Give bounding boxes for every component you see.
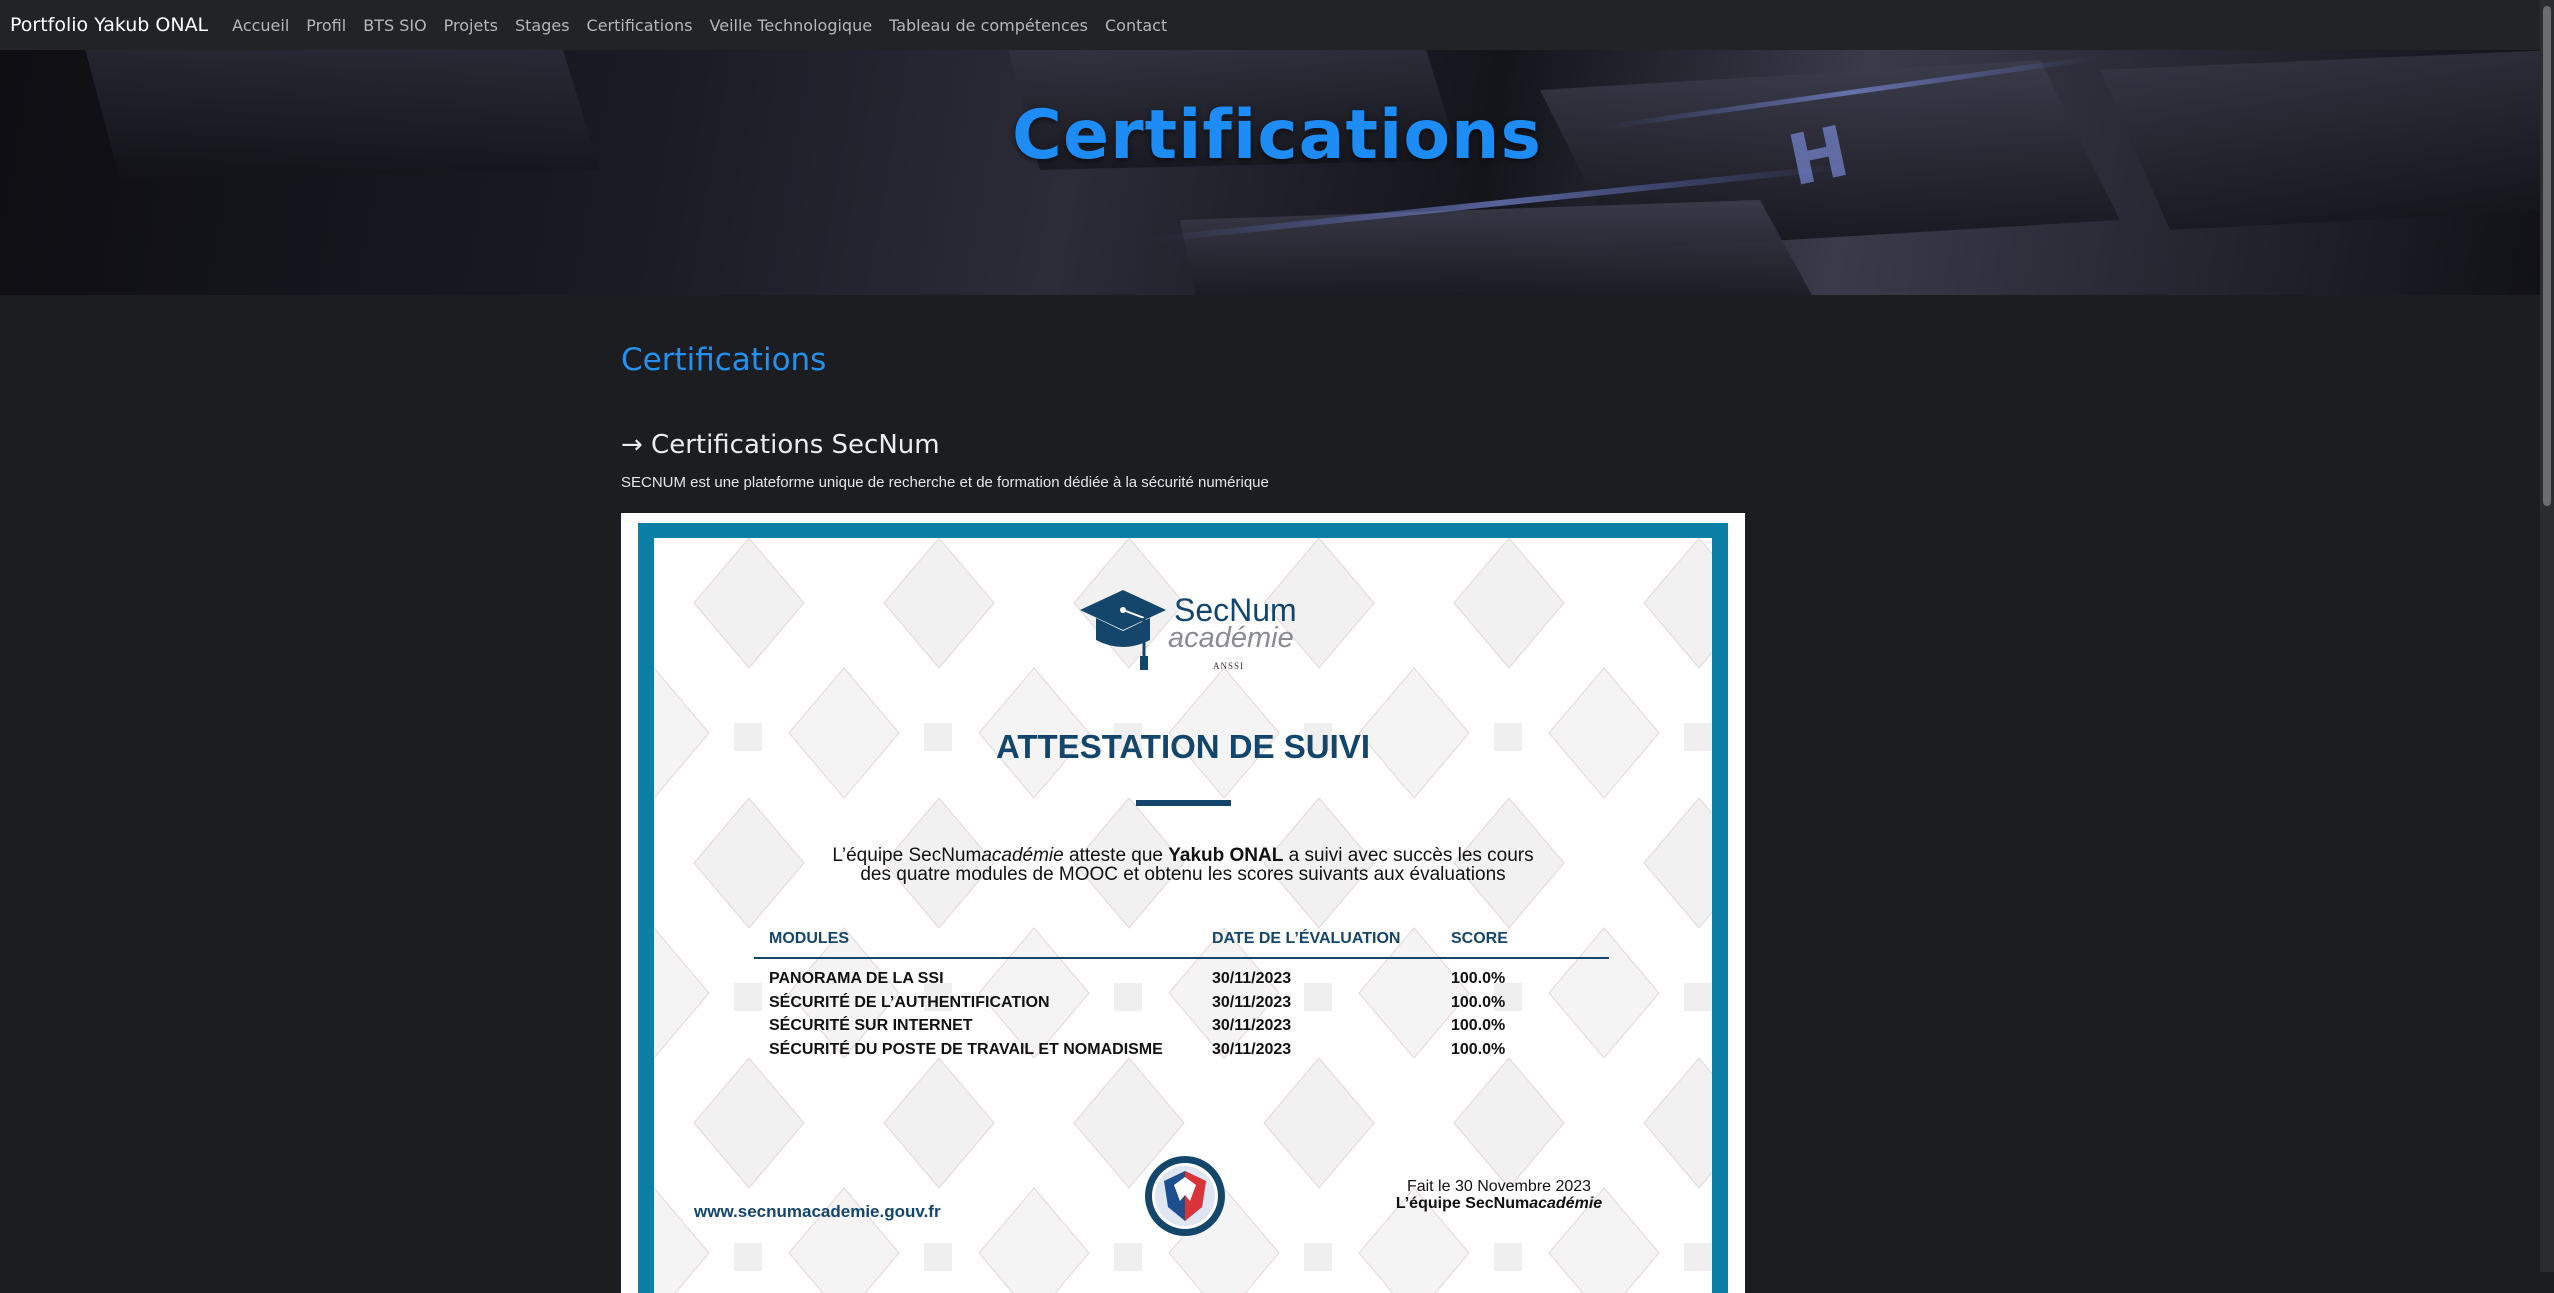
- nav-link-veille[interactable]: Veille Technologique: [710, 16, 873, 35]
- nav-link-competences[interactable]: Tableau de compétences: [889, 16, 1088, 35]
- table-row: SÉCURITÉ SUR INTERNET 30/11/2023 100.0%: [754, 1017, 1609, 1041]
- nav-link-projets[interactable]: Projets: [444, 16, 498, 35]
- subsection-title: → Certifications SecNum: [621, 430, 940, 460]
- hero-title: Certifications: [1012, 96, 1542, 175]
- logo-subtitle: académie: [1168, 622, 1294, 654]
- statement-line2: des quatre modules de MOOC et obtenu les…: [860, 864, 1506, 885]
- table-header-score: SCORE: [1451, 930, 1508, 947]
- evaluation-date: 30/11/2023: [1212, 1017, 1292, 1034]
- nav-link-stages[interactable]: Stages: [515, 16, 570, 35]
- nav-link-profil[interactable]: Profil: [306, 16, 346, 35]
- certificate-statement: L’équipe SecNumacadémie atteste que Yaku…: [814, 846, 1552, 884]
- table-row: SÉCURITÉ DE L’AUTHENTIFICATION 30/11/202…: [754, 994, 1609, 1018]
- table-row: PANORAMA DE LA SSI 30/11/2023 100.0%: [754, 970, 1609, 994]
- hero-banner: H Certifications: [0, 50, 2554, 295]
- module-name: SÉCURITÉ SUR INTERNET: [769, 1017, 973, 1034]
- statement-italic: académie: [981, 845, 1064, 866]
- nav-link-accueil[interactable]: Accueil: [232, 16, 289, 35]
- module-name: SÉCURITÉ DU POSTE DE TRAVAIL ET NOMADISM…: [769, 1041, 1163, 1058]
- certificate-body: SecNum académie ANSSI ATTESTATION DE SUI…: [654, 538, 1712, 1293]
- graduation-cap-icon: [1080, 590, 1166, 670]
- table-header-modules: MODULES: [769, 930, 849, 947]
- heading-divider: [1136, 800, 1231, 806]
- evaluation-date: 30/11/2023: [1212, 970, 1292, 987]
- statement-part3: a suivi avec succès les cours: [1283, 845, 1534, 866]
- anssi-seal-icon: [1145, 1156, 1225, 1236]
- signature-date: Fait le 30 Novembre 2023: [1406, 1178, 1592, 1195]
- evaluation-date: 30/11/2023: [1212, 1041, 1292, 1058]
- certificate-heading: ATTESTATION DE SUIVI: [995, 728, 1370, 765]
- module-score: 100.0%: [1451, 1017, 1506, 1034]
- module-score: 100.0%: [1451, 970, 1506, 987]
- nav-links: Accueil Profil BTS SIO Projets Stages Ce…: [232, 16, 1184, 35]
- statement-part2: atteste que: [1063, 845, 1169, 866]
- module-score: 100.0%: [1451, 1041, 1506, 1058]
- signature-team-italic: académie: [1529, 1195, 1603, 1212]
- nav-link-certifications[interactable]: Certifications: [587, 16, 693, 35]
- vertical-scrollbar[interactable]: [2540, 0, 2554, 1272]
- logo-org: ANSSI: [1213, 661, 1245, 671]
- table-header-date: DATE DE L’ÉVALUATION: [1212, 930, 1401, 947]
- module-name: SÉCURITÉ DE L’AUTHENTIFICATION: [769, 994, 1050, 1011]
- brand-link[interactable]: Portfolio Yakub ONAL: [10, 14, 208, 36]
- statement-part1: L’équipe SecNum: [832, 845, 982, 866]
- section-title: Certifications: [621, 342, 827, 378]
- scrollbar-thumb[interactable]: [2543, 6, 2551, 506]
- signature-team: L’équipe SecNum: [1395, 1195, 1530, 1212]
- section-description: SECNUM est une plateforme unique de rech…: [621, 474, 1269, 491]
- secnum-logo: SecNum académie ANSSI: [1078, 588, 1298, 680]
- nav-link-contact[interactable]: Contact: [1105, 16, 1167, 35]
- table-header-rule: [754, 957, 1609, 959]
- evaluation-date: 30/11/2023: [1212, 994, 1292, 1011]
- module-score: 100.0%: [1451, 994, 1506, 1011]
- certificate-signature: Fait le 30 Novembre 2023 L’équipe SecNum…: [1389, 1178, 1609, 1212]
- top-navbar: Portfolio Yakub ONAL Accueil Profil BTS …: [0, 0, 2554, 50]
- secnum-website-link: www.secnumacademie.gouv.fr: [694, 1202, 941, 1221]
- table-row: SÉCURITÉ DU POSTE DE TRAVAIL ET NOMADISM…: [754, 1041, 1609, 1065]
- module-name: PANORAMA DE LA SSI: [769, 970, 944, 987]
- nav-link-bts-sio[interactable]: BTS SIO: [363, 16, 426, 35]
- certificate-image: SecNum académie ANSSI ATTESTATION DE SUI…: [621, 513, 1745, 1293]
- recipient-name: Yakub ONAL: [1168, 845, 1284, 866]
